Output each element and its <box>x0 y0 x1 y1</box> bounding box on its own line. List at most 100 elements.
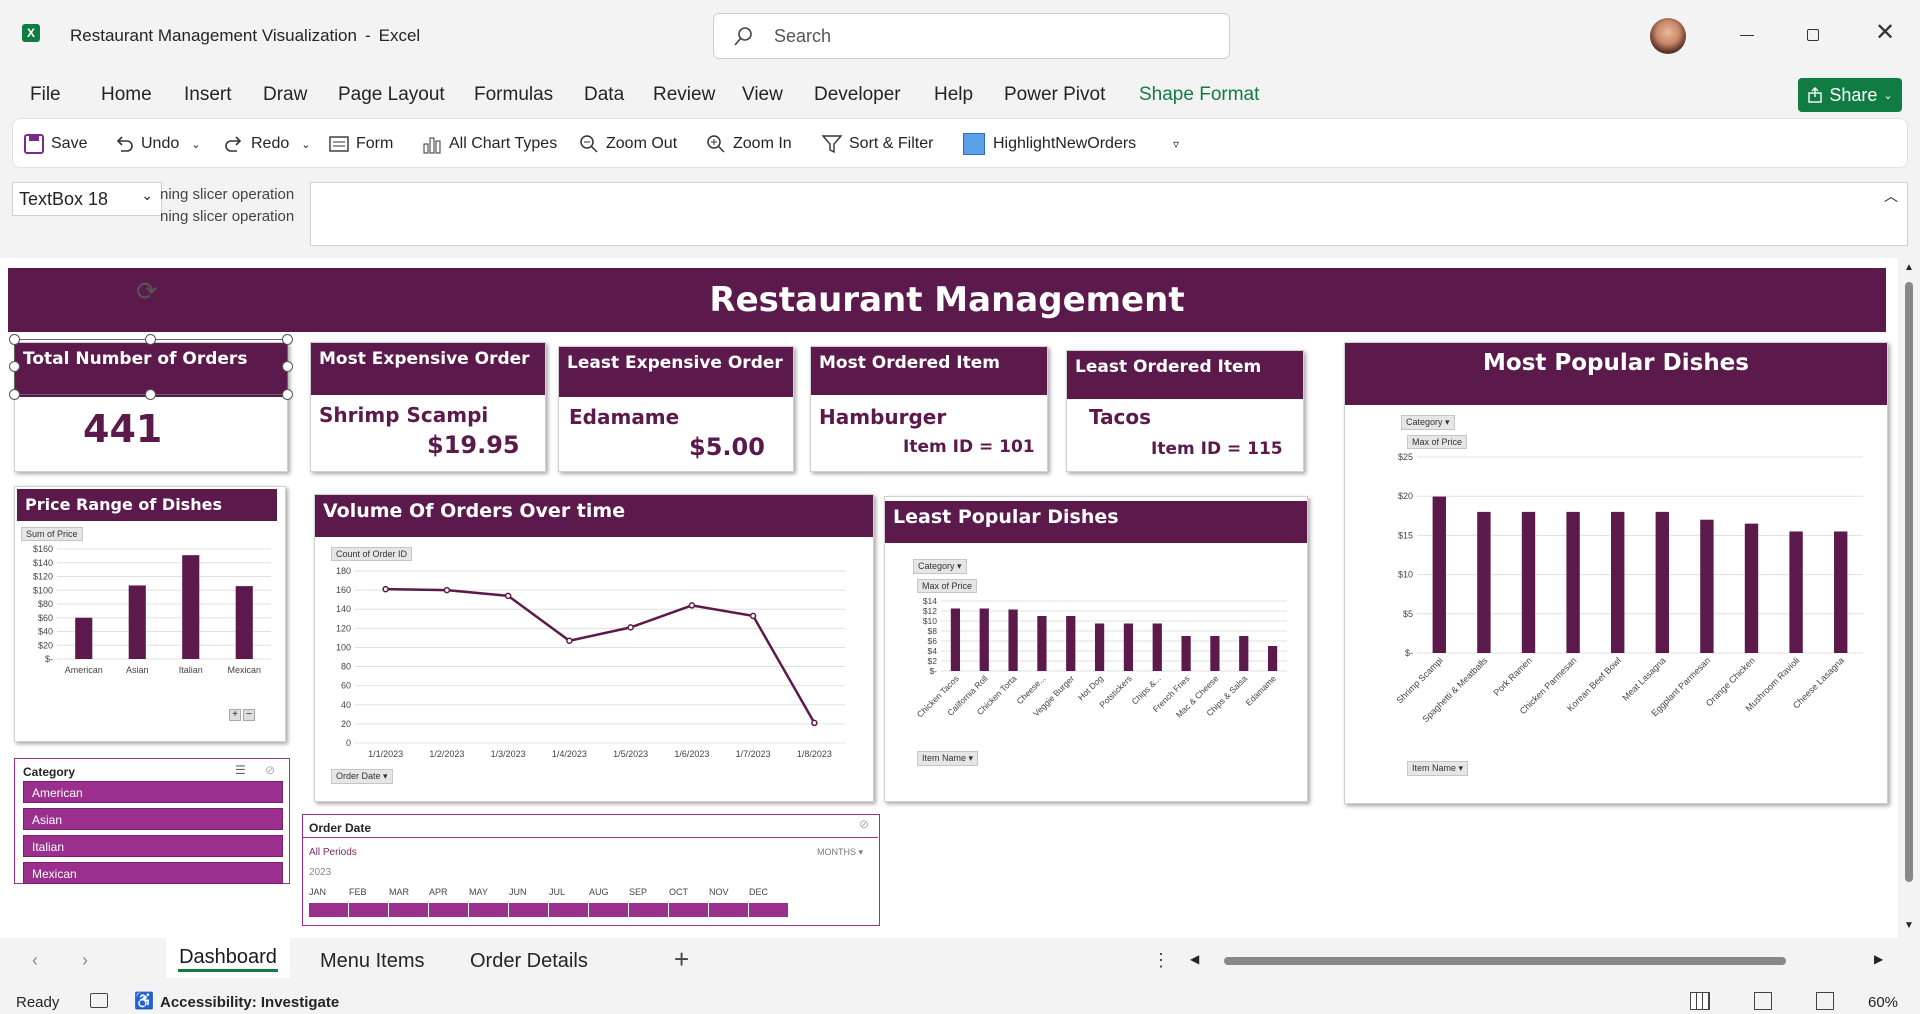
selection-handle[interactable] <box>145 334 156 345</box>
order-date-field-button[interactable]: Order Date ▾ <box>331 769 393 784</box>
redo-dropdown-icon[interactable]: ⌄ <box>301 138 310 151</box>
next-sheet-icon[interactable]: › <box>82 950 88 971</box>
menu-developer[interactable]: Developer <box>814 84 901 106</box>
order-date-timeline[interactable]: Order Date ⊘ All Periods MONTHS ▾ 2023 J… <box>302 814 880 926</box>
account-avatar[interactable] <box>1650 18 1686 54</box>
timeline-month-bar[interactable] <box>509 903 549 917</box>
scroll-left-icon[interactable]: ◀ <box>1190 952 1199 966</box>
macro-record-icon[interactable] <box>90 993 108 1008</box>
menu-view[interactable]: View <box>742 84 783 106</box>
accessibility-icon[interactable]: ♿ <box>134 991 154 1011</box>
tab-dashboard[interactable]: Dashboard <box>166 938 290 978</box>
multi-select-icon[interactable]: ☰ <box>235 763 246 777</box>
scroll-thumb[interactable] <box>1905 282 1913 882</box>
sort-filter-button[interactable]: Sort & Filter <box>821 131 933 157</box>
category-slicer[interactable]: Category ☰ ⊘ American Asian Italian Mexi… <box>14 758 290 884</box>
zoom-in-button[interactable]: Zoom In <box>705 131 792 157</box>
expand-icon[interactable]: + <box>229 709 241 721</box>
page-break-view-icon[interactable] <box>1816 992 1834 1010</box>
menu-help[interactable]: Help <box>934 84 973 106</box>
timeline-unit-dropdown[interactable]: MONTHS ▾ <box>817 847 863 858</box>
timeline-month-bar[interactable] <box>669 903 709 917</box>
slicer-item-italian[interactable]: Italian <box>23 835 283 857</box>
name-box[interactable]: TextBox 18 ⌄ <box>12 182 162 216</box>
customize-toolbar-icon[interactable]: ▿ <box>1173 131 1179 157</box>
menu-data[interactable]: Data <box>584 84 624 106</box>
timeline-month-bar[interactable] <box>349 903 389 917</box>
tab-order-details[interactable]: Order Details <box>470 950 588 973</box>
menu-home[interactable]: Home <box>101 84 152 106</box>
menu-power-pivot[interactable]: Power Pivot <box>1004 84 1105 106</box>
selection-handle[interactable] <box>145 389 156 400</box>
highlight-new-orders-button[interactable]: HighlightNewOrders <box>963 131 1136 157</box>
item-name-field-button[interactable]: Item Name ▾ <box>1407 761 1469 776</box>
clear-filter-icon[interactable]: ⊘ <box>265 763 275 777</box>
search-box[interactable]: Search <box>713 13 1230 59</box>
timeline-month-bar[interactable] <box>429 903 469 917</box>
restore-button[interactable] <box>1795 20 1831 50</box>
rotate-handle-icon[interactable]: ⟳ <box>136 276 158 307</box>
selection-handle[interactable] <box>282 334 293 345</box>
menu-insert[interactable]: Insert <box>184 84 232 106</box>
textbox-selection-frame[interactable] <box>14 339 288 395</box>
timeline-month-bar[interactable] <box>309 903 349 917</box>
share-button[interactable]: Share ⌄ <box>1798 78 1902 112</box>
timeline-month-bar[interactable] <box>469 903 509 917</box>
volume-orders-chart[interactable]: 0 20 40 60 80 100 120 140 160 180 1/1/2023 1/2/2023… <box>315 555 875 769</box>
item-name-field-button[interactable]: Item Name ▾ <box>917 751 979 766</box>
timeline-month-bar[interactable] <box>589 903 629 917</box>
page-layout-view-icon[interactable] <box>1754 992 1772 1010</box>
worksheet-canvas[interactable]: Restaurant Management ⟳ Total Number of … <box>0 258 1898 938</box>
add-sheet-icon[interactable]: + <box>674 944 689 975</box>
expand-collapse-buttons[interactable]: + − <box>229 709 255 721</box>
timeline-month-bar[interactable] <box>549 903 589 917</box>
undo-dropdown-icon[interactable]: ⌄ <box>191 138 200 151</box>
close-icon[interactable]: ✕ <box>1870 18 1900 48</box>
timeline-month-bar[interactable] <box>389 903 429 917</box>
category-field-button[interactable]: Category ▾ <box>913 559 967 574</box>
prev-sheet-icon[interactable]: ‹ <box>32 950 38 971</box>
all-chart-types-button[interactable]: All Chart Types <box>421 131 557 157</box>
slicer-item-american[interactable]: American <box>23 781 283 803</box>
zoom-out-button[interactable]: Zoom Out <box>578 131 677 157</box>
menu-shape-format[interactable]: Shape Format <box>1139 84 1259 106</box>
price-range-chart[interactable]: $- $20 $40 $60 $80 $100 $120 $140 $160 American As… <box>15 537 287 697</box>
selection-handle[interactable] <box>282 389 293 400</box>
most-popular-chart[interactable]: $-$5$10$15$20$25Shrimp ScampiSpaghetti &… <box>1345 443 1889 733</box>
timeline-month-bar[interactable] <box>629 903 669 917</box>
selection-handle[interactable] <box>9 334 20 345</box>
slicer-item-mexican[interactable]: Mexican <box>23 862 283 884</box>
clear-filter-icon[interactable]: ⊘ <box>859 817 869 831</box>
selection-handle[interactable] <box>282 361 293 372</box>
timeline-month-bar[interactable] <box>709 903 749 917</box>
save-button[interactable]: Save <box>23 131 87 157</box>
category-field-button[interactable]: Category ▾ <box>1401 415 1455 430</box>
tab-menu-items[interactable]: Menu Items <box>320 950 424 973</box>
collapse-icon[interactable]: − <box>243 709 255 721</box>
form-button[interactable]: Form <box>328 131 393 157</box>
slicer-item-asian[interactable]: Asian <box>23 808 283 830</box>
horizontal-scroll-thumb[interactable] <box>1224 957 1786 965</box>
accessibility-status[interactable]: Accessibility: Investigate <box>160 994 339 1011</box>
normal-view-icon[interactable] <box>1690 992 1710 1010</box>
formula-input[interactable] <box>310 182 1908 246</box>
collapse-formula-icon[interactable]: ︿ <box>1884 186 1898 206</box>
menu-file[interactable]: File <box>30 84 61 106</box>
menu-page-layout[interactable]: Page Layout <box>338 84 445 106</box>
timeline-month-bar[interactable] <box>749 903 789 917</box>
undo-button[interactable]: Undo ⌄ <box>113 131 200 157</box>
minimize-button[interactable] <box>1730 20 1766 50</box>
scroll-up-icon[interactable]: ▲ <box>1904 262 1914 273</box>
menu-formulas[interactable]: Formulas <box>474 84 553 106</box>
vertical-scrollbar[interactable]: ▲ ▼ <box>1898 258 1920 938</box>
selection-handle[interactable] <box>9 361 20 372</box>
more-options-icon[interactable]: ⋮ <box>1152 950 1170 971</box>
least-popular-chart[interactable]: $-$2$4$6$8$10$12$14Chicken TacosCaliforn… <box>885 587 1309 747</box>
selection-handle[interactable] <box>9 389 20 400</box>
scroll-right-icon[interactable]: ▶ <box>1874 952 1883 966</box>
zoom-level[interactable]: 60% <box>1868 994 1898 1011</box>
horizontal-scrollbar[interactable]: ◀ ▶ <box>1190 952 1890 970</box>
redo-button[interactable]: Redo ⌄ <box>223 131 310 157</box>
scroll-down-icon[interactable]: ▼ <box>1904 920 1914 931</box>
menu-draw[interactable]: Draw <box>263 84 307 106</box>
